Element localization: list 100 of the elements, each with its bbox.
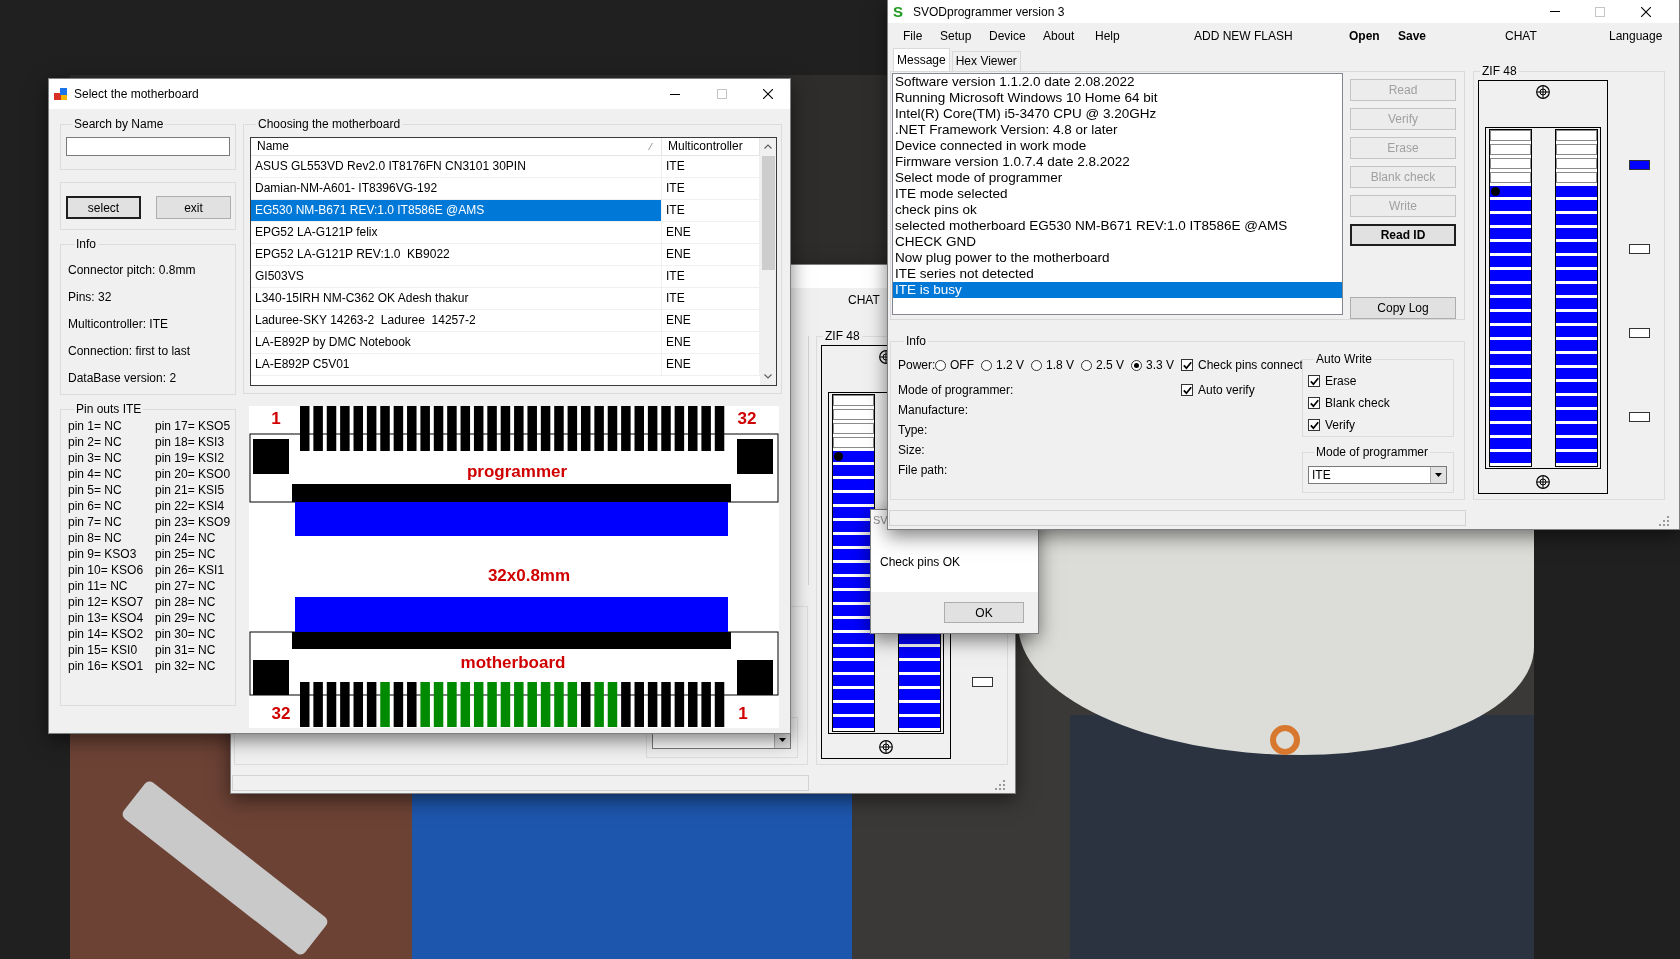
mounting-pad [253, 660, 289, 695]
pin-label: pin 1= NC [68, 418, 122, 434]
group-label: Choosing the motherboard [257, 117, 402, 131]
info-text: Multicontroller: ITE [68, 317, 169, 331]
dot-icon [1134, 362, 1140, 368]
list-cell[interactable]: LA-E892P by DMC Notebook [251, 332, 662, 353]
checkmark-icon [1309, 398, 1319, 408]
menu-item[interactable]: Setup [940, 28, 972, 43]
group-label: Info [75, 237, 97, 251]
pin-label: pin 3= NC [68, 450, 122, 466]
list-cell[interactable]: EG530 NM-B671 REV:1.0 IT8586E @AMS [251, 200, 662, 221]
list-cell[interactable]: LA-E892P C5V01 [251, 354, 662, 375]
menu-item[interactable]: ADD NEW FLASH [1194, 28, 1293, 43]
log-line[interactable]: Select mode of programmer [893, 170, 1342, 186]
resize-grip-icon[interactable] [995, 780, 1005, 790]
log-line[interactable]: check pins ok [893, 202, 1342, 218]
copy-log-button[interactable]: Copy Log [1350, 297, 1456, 319]
menu-item[interactable]: Open [1349, 28, 1380, 43]
tab[interactable]: Hex Viewer [951, 51, 1021, 71]
pin-label: pin 22= KSI4 [155, 498, 225, 514]
list-cell[interactable]: EPG52 LA-G121P felix [251, 222, 662, 243]
checkbox[interactable] [1308, 397, 1320, 409]
menu-item[interactable]: Save [1398, 28, 1427, 43]
chevron-down-icon[interactable] [764, 374, 772, 379]
info-text: DataBase version: 2 [68, 371, 177, 385]
menu-item[interactable]: Language [1609, 28, 1663, 43]
list-cell[interactable]: GI503VS [251, 266, 662, 287]
radio-button[interactable] [1081, 359, 1093, 371]
window-title: SVODprogrammer version 3 [913, 4, 1065, 19]
menu-item[interactable]: Help [1095, 28, 1120, 43]
caret-icon [779, 738, 786, 742]
menu-item[interactable]: Device [989, 28, 1026, 43]
pin-label: pin 24= NC [155, 530, 216, 546]
scrollbar-thumb[interactable] [761, 156, 775, 270]
list-cell[interactable]: ASUS GL553VD Rev2.0 IT8176FN CN3101 30PIN [251, 156, 662, 177]
read-id-button[interactable]: Read ID [1350, 224, 1456, 246]
group-label: ZIF 48 [1481, 64, 1518, 78]
checkbox[interactable] [1308, 375, 1320, 387]
search-field[interactable] [66, 137, 230, 156]
radio-button[interactable] [935, 359, 946, 371]
minimize-icon[interactable] [670, 93, 680, 95]
group-label: ZIF 48 [824, 329, 861, 343]
pin-label: pin 19= KSI2 [155, 450, 225, 466]
radio-button[interactable] [1131, 359, 1143, 371]
pin-label: pin 7= NC [68, 514, 122, 530]
log-line[interactable]: Intel(R) Core(TM) i5-3470 CPU @ 3.20GHz [893, 106, 1342, 122]
radio-button[interactable] [1031, 359, 1043, 371]
checkbox[interactable] [1308, 419, 1320, 431]
column-header[interactable]: Name [251, 138, 662, 155]
ok-button[interactable]: OK [944, 602, 1024, 623]
log-line[interactable]: CHECK GND [893, 234, 1342, 250]
pin-label: pin 15= KSI0 [68, 642, 138, 658]
group-label: Search by Name [73, 117, 165, 131]
list-cell[interactable]: EPG52 LA-G121P REV:1.0 KB9022 [251, 244, 662, 265]
checkbox-label: Erase [1325, 374, 1357, 388]
checkmark-icon [1309, 420, 1319, 430]
log-line[interactable]: ITE mode selected [893, 186, 1342, 202]
menu-item[interactable]: CHAT [1505, 28, 1537, 43]
menu-item[interactable]: File [903, 28, 923, 43]
log-line[interactable]: selected motherboard EG530 NM-B671 REV:1.0 IT8586E @AMS [893, 218, 1342, 234]
checkbox[interactable] [1181, 384, 1193, 396]
log-line[interactable]: .NET Framework Version: 4.8 or later [893, 122, 1342, 138]
field-label: Manufacture: [898, 403, 969, 417]
radio-label: 2.5 V [1096, 358, 1125, 372]
window-title: Select the motherboard [74, 87, 199, 101]
pin-label: pin 30= NC [155, 626, 216, 642]
close-icon[interactable] [1641, 6, 1651, 17]
pin-label: pin 20= KSO0 [155, 466, 231, 482]
radio-button[interactable] [981, 359, 992, 371]
log-line[interactable]: Firmware version 1.0.7.4 date 2.8.2022 [893, 154, 1342, 170]
log-line[interactable]: Software version 1.1.2.0 date 2.08.2022 [893, 74, 1342, 90]
log-line[interactable]: ITE series not detected [893, 266, 1342, 282]
list-cell[interactable]: Damian-NM-A601- IT8396VG-192 [251, 178, 662, 199]
window-icon [54, 87, 68, 101]
close-icon[interactable] [763, 89, 773, 99]
exit-button[interactable]: exit [156, 196, 231, 219]
radio-label: 1.2 V [996, 358, 1025, 372]
list-cell[interactable]: Laduree-SKY 14263-2 Laduree 14257-2 [251, 310, 662, 331]
pin-label: pin 29= NC [155, 610, 216, 626]
log-line[interactable]: Now plug power to the motherboard [893, 250, 1342, 266]
tab[interactable]: Message [893, 48, 950, 71]
log-line[interactable]: Device connected in work mode [893, 138, 1342, 154]
pin-label: pin 23= KSO9 [155, 514, 231, 530]
menu-item[interactable]: CHAT [848, 288, 880, 313]
list-cell[interactable]: L340-15IRH NM-C362 OK Adesh thakur [251, 288, 662, 309]
select-button[interactable]: select [66, 196, 141, 219]
crosshair-icon [1536, 475, 1550, 489]
pin-label: pin 4= NC [68, 466, 122, 482]
pin-label: pin 14= KSO2 [68, 626, 144, 642]
pin-number-label: 1 [738, 704, 748, 723]
menu-item[interactable]: About [1043, 28, 1075, 43]
app-logo: S [893, 2, 904, 22]
chevron-up-icon[interactable] [764, 144, 772, 149]
dropdown-field[interactable]: ITE [1308, 466, 1447, 484]
pin-label: pin 27= NC [155, 578, 216, 594]
mounting-pad [253, 439, 289, 474]
scrollbar[interactable] [760, 138, 776, 385]
log-line[interactable]: Running Microsoft Windows 10 Home 64 bit [893, 90, 1342, 106]
resize-grip-icon[interactable] [1659, 516, 1669, 526]
checkbox[interactable] [1181, 359, 1193, 371]
